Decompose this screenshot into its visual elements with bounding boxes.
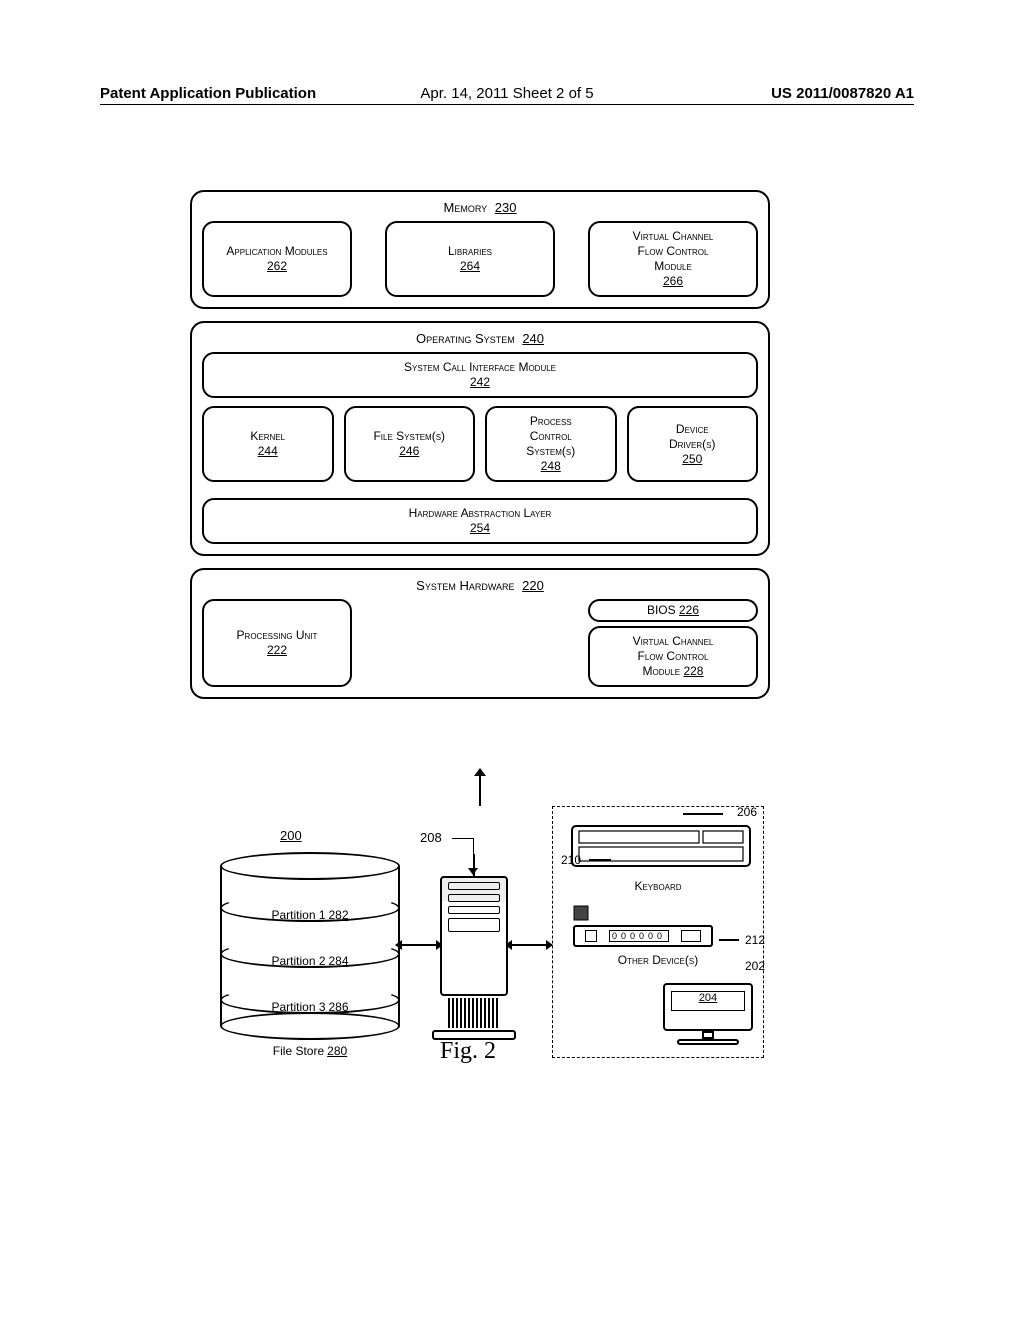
- other-devices-label: Other Device(s): [553, 953, 763, 967]
- vcfm-hw-l1: Virtual Channel: [594, 634, 752, 649]
- memory-ref: 230: [495, 200, 517, 215]
- monitor-ref: 204: [671, 991, 745, 1011]
- partition-1: Partition 1282: [220, 908, 400, 922]
- application-modules-block: Application Modules 262: [202, 221, 352, 297]
- libraries-block: Libraries 264: [385, 221, 555, 297]
- libraries-label: Libraries: [391, 244, 549, 259]
- connector-left-icon: [402, 944, 436, 946]
- bios-ref: 226: [679, 603, 699, 617]
- file-store-caption: File Store280: [220, 1044, 400, 1058]
- hw-ref: 220: [522, 578, 544, 593]
- lead-208: [452, 838, 474, 870]
- vcfm-hw-ref: 228: [683, 664, 703, 678]
- bios-stack: BIOS 226 Virtual Channel Flow Control Mo…: [588, 599, 758, 687]
- kernel-block: Kernel 244: [202, 406, 334, 482]
- hardware-box: System Hardware 220 Processing Unit 222 …: [190, 568, 770, 699]
- hal-label: Hardware Abstraction Layer: [208, 506, 752, 521]
- lead-212: [719, 939, 739, 941]
- vcfm-mem-l1: Virtual Channel: [594, 229, 752, 244]
- pu-ref: 222: [208, 643, 346, 658]
- memory-box: Memory 230 Application Modules 262 Libra…: [190, 190, 770, 309]
- kernel-ref: 244: [208, 444, 328, 459]
- vcfm-memory-block: Virtual Channel Flow Control Module 266: [588, 221, 758, 297]
- ref-208: 208: [420, 830, 442, 845]
- bottom-section: 200 208 Partition 1282 Partition 2284 Pa…: [190, 806, 770, 1066]
- os-title: Operating System 240: [202, 331, 758, 346]
- sci-label: System Call Interface Module: [208, 360, 752, 375]
- hw-title: System Hardware 220: [202, 578, 758, 593]
- device-driver-block: Device Driver(s) 250: [627, 406, 759, 482]
- vcfm-mem-l2: Flow Control: [594, 244, 752, 259]
- header-right: US 2011/0087820 A1: [771, 85, 914, 102]
- os-ref: 240: [522, 331, 544, 346]
- vcfm-mem-ref: 266: [594, 274, 752, 289]
- pcs-l3: System(s): [491, 444, 611, 459]
- connector-right-icon: [512, 944, 546, 946]
- bios-block: BIOS 226: [588, 599, 758, 622]
- hw-title-text: System Hardware: [416, 578, 514, 593]
- process-control-block: Process Control System(s) 248: [485, 406, 617, 482]
- ref-210: 210: [561, 853, 581, 867]
- vcfm-hw-block: Virtual Channel Flow Control Module 228: [588, 626, 758, 687]
- dd-ref: 250: [633, 452, 753, 467]
- ref-212: 212: [745, 933, 765, 947]
- vcfm-mem-l3: Module: [594, 259, 752, 274]
- monitor-icon: 204: [663, 983, 753, 1049]
- sci-block: System Call Interface Module 242: [202, 352, 758, 398]
- figure-label: Fig. 2: [440, 1038, 496, 1065]
- vcfm-hw-l3: Module: [643, 664, 681, 678]
- app-modules-ref: 262: [208, 259, 346, 274]
- device-bus-icon: 000000: [573, 925, 713, 947]
- file-system-block: File System(s) 246: [344, 406, 476, 482]
- computer-tower-icon: [440, 876, 508, 1040]
- libraries-ref: 264: [391, 259, 549, 274]
- keyboard-label: Keyboard: [553, 879, 763, 893]
- pcs-ref: 248: [491, 459, 611, 474]
- partition-2: Partition 2284: [220, 954, 400, 968]
- page-header: Patent Application Publication Apr. 14, …: [100, 85, 914, 105]
- vcfm-hw-l2: Flow Control: [594, 649, 752, 664]
- lead-210: [589, 859, 611, 861]
- ref-206: 206: [737, 805, 757, 819]
- hal-ref: 254: [208, 521, 752, 536]
- fs-ref: 246: [350, 444, 470, 459]
- header-left: Patent Application Publication: [100, 85, 316, 102]
- hal-block: Hardware Abstraction Layer 254: [202, 498, 758, 544]
- peripherals-box: 206 210 Keyboard 000000 Other Device(s) …: [552, 806, 764, 1058]
- file-store-cylinder: Partition 1282 Partition 2284 Partition …: [220, 852, 400, 1040]
- device-chip-icon: [573, 905, 589, 921]
- ref-200: 200: [280, 828, 302, 843]
- pu-label: Processing Unit: [208, 628, 346, 643]
- processing-unit-block: Processing Unit 222: [202, 599, 352, 687]
- arrow-up-icon: [474, 768, 486, 776]
- os-title-text: Operating System: [416, 331, 515, 346]
- fs-label: File System(s): [350, 429, 470, 444]
- dd-l2: Driver(s): [633, 437, 753, 452]
- memory-title-text: Memory: [444, 200, 488, 215]
- pcs-l1: Process: [491, 414, 611, 429]
- ref-202: 202: [745, 959, 765, 973]
- header-center: Apr. 14, 2011 Sheet 2 of 5: [420, 85, 593, 102]
- dd-l1: Device: [633, 422, 753, 437]
- bios-label: BIOS: [647, 603, 676, 617]
- os-box: Operating System 240 System Call Interfa…: [190, 321, 770, 556]
- partition-3: Partition 3286: [220, 1000, 400, 1014]
- kernel-label: Kernel: [208, 429, 328, 444]
- lead-206: [683, 813, 723, 815]
- memory-title: Memory 230: [202, 200, 758, 215]
- pcs-l2: Control: [491, 429, 611, 444]
- diagram-main: Memory 230 Application Modules 262 Libra…: [190, 190, 770, 699]
- app-modules-label: Application Modules: [208, 244, 346, 259]
- sci-ref: 242: [208, 375, 752, 390]
